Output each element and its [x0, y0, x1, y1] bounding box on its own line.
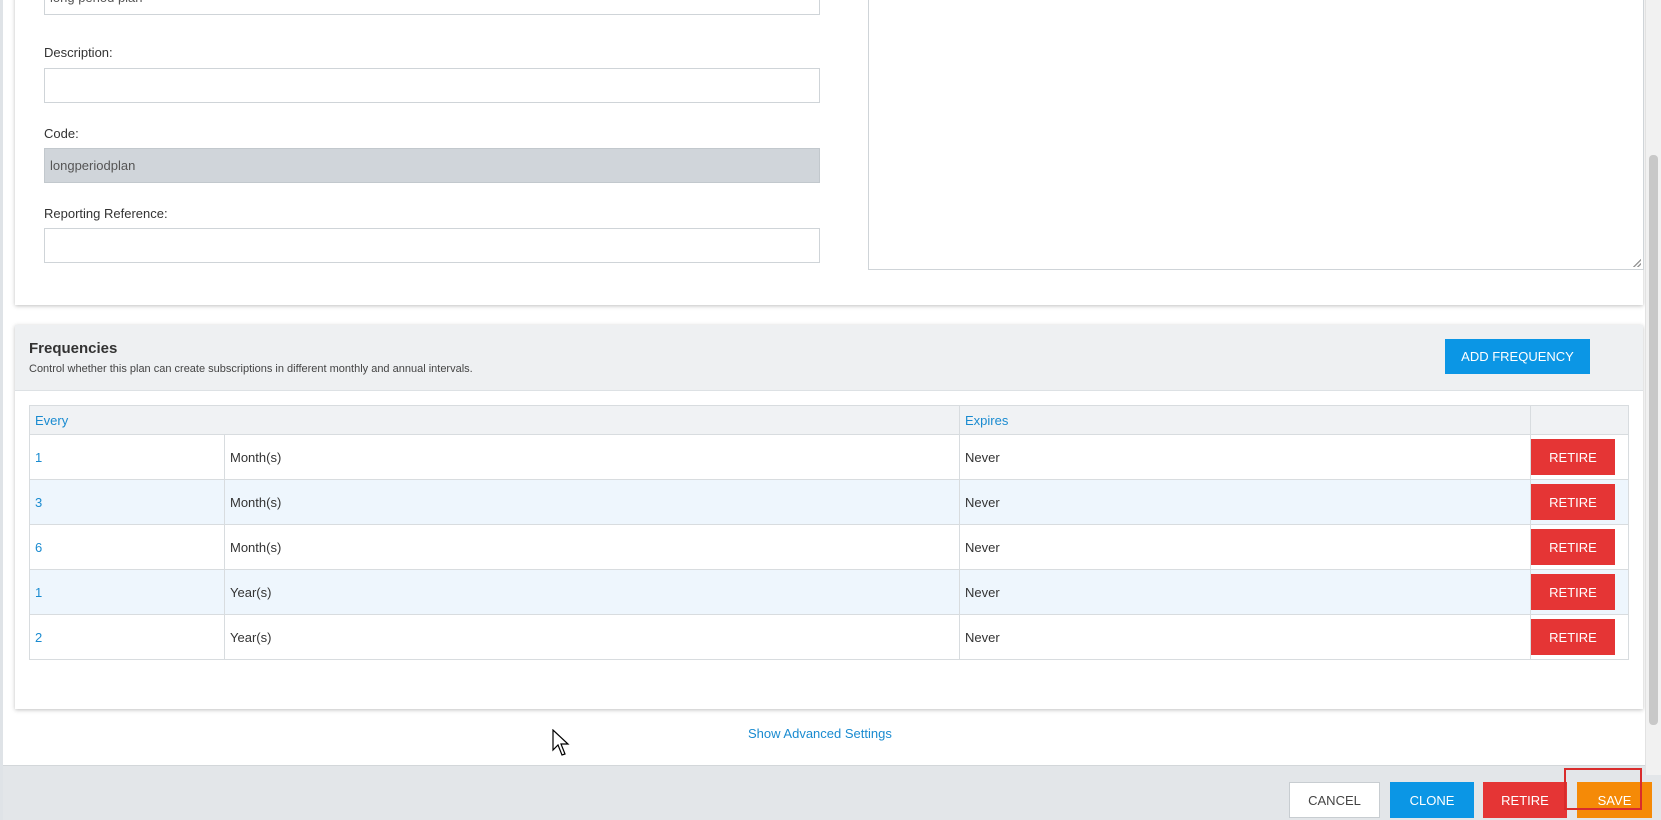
plan-name-input[interactable] [44, 0, 820, 15]
reporting-reference-input[interactable] [44, 228, 820, 263]
frequency-expires: Never [959, 614, 1531, 660]
description-input[interactable] [44, 68, 820, 103]
retire-plan-button[interactable]: RETIRE [1483, 782, 1567, 818]
frequency-number[interactable]: 1 [29, 434, 225, 480]
code-label: Code: [44, 126, 79, 141]
frequency-number[interactable]: 3 [29, 479, 225, 525]
table-row: 2 Year(s) Never RETIRE [29, 614, 1629, 660]
reporting-reference-label: Reporting Reference: [44, 206, 168, 221]
table-row: 1 Year(s) Never RETIRE [29, 569, 1629, 615]
resize-grip-icon[interactable] [1633, 259, 1641, 267]
frequency-number[interactable]: 6 [29, 524, 225, 570]
column-header-every[interactable]: Every [29, 405, 960, 435]
frequency-expires: Never [959, 434, 1531, 480]
retire-frequency-button[interactable]: RETIRE [1531, 484, 1615, 520]
vertical-scrollbar[interactable] [1645, 0, 1661, 775]
save-button-highlight [1564, 768, 1642, 810]
frequencies-card: Frequencies Control whether this plan ca… [15, 325, 1643, 709]
code-input [44, 148, 820, 183]
retire-frequency-button[interactable]: RETIRE [1531, 619, 1615, 655]
frequency-unit: Month(s) [224, 524, 960, 570]
retire-frequency-button[interactable]: RETIRE [1531, 574, 1615, 610]
frequency-actions: RETIRE [1530, 479, 1629, 525]
frequency-unit: Month(s) [224, 479, 960, 525]
retire-frequency-button[interactable]: RETIRE [1531, 439, 1615, 475]
frequencies-header: Frequencies Control whether this plan ca… [15, 325, 1643, 391]
column-header-actions [1530, 405, 1629, 435]
frequency-actions: RETIRE [1530, 569, 1629, 615]
frequency-unit: Year(s) [224, 614, 960, 660]
retire-frequency-button[interactable]: RETIRE [1531, 529, 1615, 565]
table-header-row: Every Expires [29, 405, 1629, 435]
column-header-expires[interactable]: Expires [959, 405, 1531, 435]
frequency-expires: Never [959, 524, 1531, 570]
table-row: 3 Month(s) Never RETIRE [29, 479, 1629, 525]
frequency-number[interactable]: 2 [29, 614, 225, 660]
frequency-expires: Never [959, 569, 1531, 615]
left-edge [0, 0, 3, 820]
table-row: 1 Month(s) Never RETIRE [29, 434, 1629, 480]
mouse-cursor-icon [552, 729, 570, 756]
frequency-actions: RETIRE [1530, 434, 1629, 480]
frequency-unit: Year(s) [224, 569, 960, 615]
frequency-number[interactable]: 1 [29, 569, 225, 615]
description-label: Description: [44, 45, 113, 60]
frequency-unit: Month(s) [224, 434, 960, 480]
cancel-button[interactable]: CANCEL [1289, 782, 1380, 818]
notes-textarea[interactable] [868, 0, 1644, 270]
scrollbar-thumb[interactable] [1649, 155, 1658, 725]
frequencies-title: Frequencies [29, 340, 118, 357]
table-row: 6 Month(s) Never RETIRE [29, 524, 1629, 570]
frequency-expires: Never [959, 479, 1531, 525]
frequency-actions: RETIRE [1530, 524, 1629, 570]
plan-details-card: Description: Code: Reporting Reference: [15, 0, 1644, 305]
footer-action-bar: CANCEL CLONE RETIRE SAVE [3, 765, 1661, 820]
frequencies-table: Every Expires 1 Month(s) Never RETIRE 3 … [29, 405, 1629, 660]
show-advanced-settings-link[interactable]: Show Advanced Settings [748, 726, 892, 741]
frequency-actions: RETIRE [1530, 614, 1629, 660]
clone-button[interactable]: CLONE [1390, 782, 1474, 818]
frequencies-subtitle: Control whether this plan can create sub… [29, 363, 473, 375]
add-frequency-button[interactable]: ADD FREQUENCY [1445, 339, 1590, 374]
